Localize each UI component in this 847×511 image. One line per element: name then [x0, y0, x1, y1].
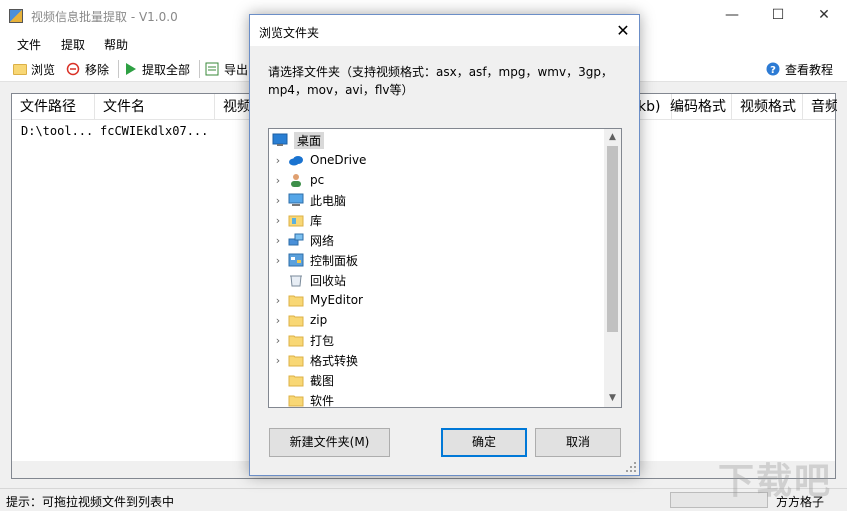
- tree-item-label: 网络: [310, 233, 335, 248]
- folder-icon: [288, 353, 304, 367]
- maximize-button[interactable]: ☐: [755, 0, 801, 31]
- tree-item-label: 格式转换: [310, 353, 359, 368]
- chevron-right-icon[interactable]: ›: [271, 334, 285, 347]
- tree-item-label: 库: [310, 213, 323, 228]
- dialog-titlebar: 浏览文件夹 ✕: [250, 15, 639, 46]
- tree-item[interactable]: 截图: [269, 370, 604, 390]
- tree-item-label: 控制面板: [310, 253, 359, 268]
- tree-item-label: 回收站: [310, 273, 347, 288]
- remove-button[interactable]: 移除: [66, 60, 109, 78]
- cloud-icon: [288, 153, 304, 167]
- minimize-button[interactable]: —: [709, 0, 755, 31]
- menu-file[interactable]: 文件: [17, 36, 41, 53]
- chevron-right-icon[interactable]: ›: [271, 194, 285, 207]
- tree-item[interactable]: › 网络: [269, 230, 604, 250]
- computer-icon: [288, 193, 304, 207]
- export-button[interactable]: 导出: [205, 60, 248, 78]
- column-file-name[interactable]: 文件名: [95, 94, 215, 120]
- tree-item-label: OneDrive: [310, 153, 367, 167]
- folder-icon: [288, 393, 304, 407]
- chevron-right-icon[interactable]: ›: [271, 314, 285, 327]
- dialog-close-button[interactable]: ✕: [607, 15, 639, 46]
- tree-item-label: 打包: [310, 333, 335, 348]
- tree-item-label: 此电脑: [310, 193, 347, 208]
- toolbar-separator: [118, 60, 119, 78]
- open-folder-icon: [12, 62, 27, 76]
- row-file-path[interactable]: D:\tool...: [21, 124, 93, 138]
- tree-item-label: MyEditor: [310, 293, 363, 307]
- chevron-right-icon[interactable]: ›: [271, 154, 285, 167]
- dialog-title: 浏览文件夹: [259, 26, 320, 40]
- play-icon: [123, 62, 138, 76]
- desktop-icon: [272, 133, 288, 147]
- tree-item[interactable]: › 库: [269, 210, 604, 230]
- watermark-logo: 下载吧: [718, 461, 833, 502]
- chevron-right-icon[interactable]: ›: [271, 294, 285, 307]
- toolbar-separator: [199, 60, 200, 78]
- ok-button[interactable]: 确定: [441, 428, 527, 457]
- scroll-thumb[interactable]: [607, 146, 618, 332]
- library-icon: [288, 213, 304, 227]
- menu-help[interactable]: 帮助: [104, 36, 128, 53]
- svg-text:?: ?: [770, 65, 776, 76]
- tree-item-label: 软件: [310, 393, 335, 408]
- tree-item[interactable]: 回收站: [269, 270, 604, 290]
- user-icon: [288, 173, 304, 187]
- control-panel-icon: [288, 253, 304, 267]
- recycle-bin-icon: [288, 273, 304, 287]
- extract-all-button[interactable]: 提取全部: [123, 60, 190, 78]
- browse-button[interactable]: 浏览: [12, 60, 55, 78]
- tree-item[interactable]: › 此电脑: [269, 190, 604, 210]
- help-icon: ?: [766, 62, 781, 76]
- tree-item[interactable]: 软件: [269, 390, 604, 408]
- close-button[interactable]: ✕: [801, 0, 847, 31]
- folder-icon: [288, 313, 304, 327]
- menu-extract[interactable]: 提取: [61, 36, 85, 53]
- tree-item[interactable]: › 控制面板: [269, 250, 604, 270]
- dialog-prompt: 请选择文件夹（支持视频格式：asx，asf，mpg，wmv，3gp，mp4，mo…: [268, 65, 613, 97]
- column-codec[interactable]: 编码格式: [662, 94, 732, 120]
- column-video[interactable]: 视频: [215, 94, 251, 120]
- tree-item[interactable]: › 格式转换: [269, 350, 604, 370]
- chevron-right-icon[interactable]: ›: [271, 214, 285, 227]
- folder-icon: [288, 293, 304, 307]
- new-folder-button[interactable]: 新建文件夹(M): [269, 428, 390, 457]
- chevron-right-icon[interactable]: ›: [271, 174, 285, 187]
- tree-item-label: pc: [310, 173, 325, 187]
- column-video-format[interactable]: 视频格式: [732, 94, 803, 120]
- column-audio[interactable]: 音频: [803, 94, 837, 120]
- tree-scrollbar[interactable]: ▲ ▼: [604, 129, 621, 407]
- app-icon: [9, 9, 23, 23]
- folder-icon: [288, 333, 304, 347]
- chevron-right-icon[interactable]: ›: [271, 354, 285, 367]
- tree-item[interactable]: › 打包: [269, 330, 604, 350]
- tree-item[interactable]: › OneDrive: [269, 150, 604, 170]
- resize-grip-icon[interactable]: [625, 461, 637, 473]
- tree-item[interactable]: 桌面: [269, 130, 604, 150]
- minus-circle-icon: [66, 62, 81, 76]
- scroll-down-arrow[interactable]: ▼: [604, 390, 621, 407]
- row-file-name[interactable]: fcCWIEkdlx07...: [100, 124, 208, 138]
- tree-item[interactable]: › pc: [269, 170, 604, 190]
- tree-item-label: 截图: [310, 373, 335, 388]
- window-title: 视频信息批量提取 - V1.0.0: [31, 10, 178, 24]
- cancel-button[interactable]: 取消: [535, 428, 621, 457]
- export-icon: [205, 62, 220, 76]
- scroll-up-arrow[interactable]: ▲: [604, 129, 621, 146]
- tree-item-label: 桌面: [294, 131, 325, 149]
- network-icon: [288, 233, 304, 247]
- tree-item[interactable]: › MyEditor: [269, 290, 604, 310]
- chevron-right-icon[interactable]: ›: [271, 234, 285, 247]
- tutorial-button[interactable]: ? 查看教程: [766, 60, 833, 78]
- folder-tree[interactable]: 桌面 › OneDrive › pc › 此电脑 › 库 › 网络 › 控制面板 回收站 › MyEditor…: [268, 128, 622, 408]
- folder-icon: [288, 373, 304, 387]
- status-hint: 提示：可拖拉视频文件到列表中: [6, 495, 175, 509]
- browse-folder-dialog: 浏览文件夹 ✕ 请选择文件夹（支持视频格式：asx，asf，mpg，wmv，3g…: [249, 14, 640, 476]
- tree-item-label: zip: [310, 313, 328, 327]
- tree-item[interactable]: › zip: [269, 310, 604, 330]
- chevron-right-icon[interactable]: ›: [271, 254, 285, 267]
- column-file-path[interactable]: 文件路径: [12, 94, 95, 120]
